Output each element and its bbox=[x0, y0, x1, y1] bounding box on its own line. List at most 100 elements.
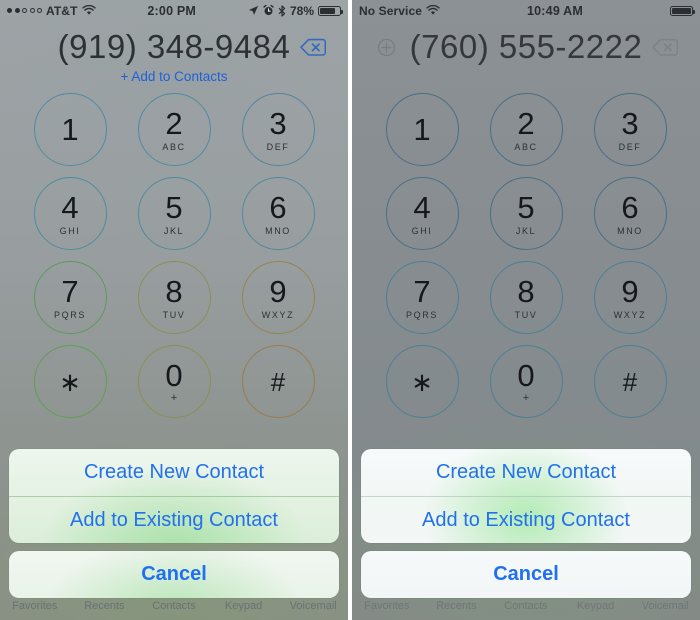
keypad-key-letters: MNO bbox=[617, 225, 643, 236]
phone-number-text: (760) 555-2222 bbox=[409, 28, 643, 65]
keypad-key-hash[interactable]: # bbox=[593, 345, 667, 418]
keypad-key-digit: ∗ bbox=[411, 366, 433, 397]
phone-panel-left: AT&T 2:00 PM 78% (919) 348-9484 + Add to Con… bbox=[0, 0, 348, 620]
action-sheet-option-2[interactable]: Add to Existing Contact bbox=[9, 496, 339, 543]
battery-icon bbox=[318, 5, 343, 16]
tab-bar-item-contacts[interactable]: Contacts bbox=[491, 600, 561, 612]
signal-dot bbox=[22, 8, 27, 13]
keypad-key-7[interactable]: 7 PQRS bbox=[385, 261, 459, 334]
keypad-key-digit: 3 bbox=[621, 105, 639, 141]
action-sheet-option-1[interactable]: Create New Contact bbox=[361, 449, 691, 496]
keypad-key-star[interactable]: ∗ bbox=[385, 345, 459, 418]
backspace-delete-icon[interactable] bbox=[298, 38, 328, 57]
tab-bar-item-contacts[interactable]: Contacts bbox=[139, 600, 209, 612]
keypad-key-hash[interactable]: # bbox=[241, 345, 315, 418]
action-sheet: Create New Contact Add to Existing Contac… bbox=[361, 449, 691, 598]
signal-dot bbox=[14, 8, 20, 13]
phone-number-display: (919) 348-9484 bbox=[0, 21, 348, 73]
keypad-key-digit: 1 bbox=[61, 112, 79, 147]
cancel-button[interactable]: Cancel bbox=[9, 551, 339, 598]
keypad-key-3[interactable]: 3 DEF bbox=[241, 93, 315, 166]
keypad-key-letters: JKL bbox=[515, 225, 537, 236]
keypad-key-digit: # bbox=[270, 366, 286, 397]
keypad-key-letters: GHI bbox=[411, 225, 433, 236]
cancel-button[interactable]: Cancel bbox=[361, 551, 691, 598]
signal-strength-dots bbox=[7, 8, 42, 13]
keypad-key-2[interactable]: 2 ABC bbox=[137, 93, 211, 166]
keypad-key-8[interactable]: 8 TUV bbox=[489, 261, 563, 334]
wifi-icon bbox=[426, 5, 440, 16]
tab-bar-item-keypad[interactable]: Keypad bbox=[209, 600, 279, 612]
action-sheet-option-1[interactable]: Create New Contact bbox=[9, 449, 339, 496]
tab-bar-item-favorites[interactable]: Favorites bbox=[0, 600, 70, 612]
keypad-key-5[interactable]: 5 JKL bbox=[489, 177, 563, 250]
keypad-key-letters: PQRS bbox=[406, 309, 438, 320]
tab-bar-item-keypad[interactable]: Keypad bbox=[561, 600, 631, 612]
dial-keypad: 1 2 ABC 3 DEF 4 GHI 5 JKL 6 MNO 7 PQRS 8 TUV 9 WXYZ ∗ 0 + # bbox=[352, 93, 700, 418]
circled-plus-icon[interactable] bbox=[372, 38, 402, 57]
status-bar-right: 78% bbox=[248, 3, 343, 18]
action-sheet: Create New Contact Add to Existing Contac… bbox=[9, 449, 339, 598]
keypad-key-4[interactable]: 4 GHI bbox=[33, 177, 107, 250]
add-to-contacts-link bbox=[352, 69, 700, 87]
keypad-key-digit: 5 bbox=[165, 189, 183, 225]
tab-bar-item-voicemail[interactable]: Voicemail bbox=[630, 600, 700, 612]
keypad-key-letters: WXYZ bbox=[261, 309, 295, 320]
tab-bar-item-favorites[interactable]: Favorites bbox=[352, 600, 422, 612]
keypad-key-digit: 7 bbox=[61, 273, 79, 309]
backspace-delete-icon[interactable] bbox=[650, 38, 680, 57]
keypad-key-6[interactable]: 6 MNO bbox=[241, 177, 315, 250]
tab-bar-item-recents[interactable]: Recents bbox=[422, 600, 492, 612]
status-bar-right bbox=[670, 5, 695, 16]
keypad-key-letters: MNO bbox=[265, 225, 291, 236]
keypad-key-0[interactable]: 0 + bbox=[489, 345, 563, 418]
tab-bar: Favorites Recents Contacts Keypad Voicemail bbox=[0, 598, 348, 620]
battery-percent-label: 78% bbox=[289, 3, 314, 18]
status-bar: No Service 10:49 AM bbox=[352, 0, 700, 21]
keypad-key-digit: 8 bbox=[517, 273, 535, 309]
tab-bar-item-recents[interactable]: Recents bbox=[70, 600, 140, 612]
keypad-key-letters: ABC bbox=[514, 141, 538, 152]
keypad-key-digit: 9 bbox=[269, 273, 287, 309]
keypad-key-letters: DEF bbox=[618, 141, 642, 152]
keypad-key-digit: 8 bbox=[165, 273, 183, 309]
action-sheet-cancel-group: Cancel bbox=[361, 551, 691, 598]
keypad-key-4[interactable]: 4 GHI bbox=[385, 177, 459, 250]
keypad-key-0[interactable]: 0 + bbox=[137, 345, 211, 418]
keypad-key-digit: 6 bbox=[621, 189, 639, 225]
screenshot-root: AT&T 2:00 PM 78% (919) 348-9484 + Add to Con… bbox=[0, 0, 700, 620]
add-to-contacts-link[interactable]: + Add to Contacts bbox=[0, 69, 348, 87]
keypad-key-digit: 2 bbox=[517, 105, 535, 141]
keypad-key-letters: DEF bbox=[266, 141, 290, 152]
status-bar-clock: 10:49 AM bbox=[527, 3, 584, 18]
keypad-key-digit: 4 bbox=[413, 189, 431, 225]
action-sheet-option-2[interactable]: Add to Existing Contact bbox=[361, 496, 691, 543]
keypad-key-star[interactable]: ∗ bbox=[33, 345, 107, 418]
keypad-key-letters: GHI bbox=[59, 225, 81, 236]
keypad-key-1[interactable]: 1 bbox=[33, 93, 107, 166]
keypad-key-digit: 9 bbox=[621, 273, 639, 309]
keypad-key-7[interactable]: 7 PQRS bbox=[33, 261, 107, 334]
keypad-key-3[interactable]: 3 DEF bbox=[593, 93, 667, 166]
keypad-key-digit: 0 bbox=[517, 357, 535, 393]
keypad-key-9[interactable]: 9 WXYZ bbox=[593, 261, 667, 334]
status-bar-left: No Service bbox=[359, 4, 440, 18]
keypad-key-8[interactable]: 8 TUV bbox=[137, 261, 211, 334]
keypad-key-letters: + bbox=[170, 391, 178, 404]
action-sheet-options-group: Create New Contact Add to Existing Contac… bbox=[361, 449, 691, 543]
carrier-label: AT&T bbox=[46, 3, 78, 18]
keypad-key-5[interactable]: 5 JKL bbox=[137, 177, 211, 250]
keypad-key-letters: PQRS bbox=[54, 309, 86, 320]
keypad-key-2[interactable]: 2 ABC bbox=[489, 93, 563, 166]
keypad-key-letters: JKL bbox=[163, 225, 185, 236]
tab-bar-item-voicemail[interactable]: Voicemail bbox=[278, 600, 348, 612]
phone-number-display: (760) 555-2222 bbox=[352, 21, 700, 73]
keypad-key-6[interactable]: 6 MNO bbox=[593, 177, 667, 250]
keypad-key-9[interactable]: 9 WXYZ bbox=[241, 261, 315, 334]
keypad-key-1[interactable]: 1 bbox=[385, 93, 459, 166]
keypad-key-letters: TUV bbox=[162, 309, 186, 320]
keypad-key-digit: 5 bbox=[517, 189, 535, 225]
status-bar: AT&T 2:00 PM 78% bbox=[0, 0, 348, 21]
keypad-key-digit: 1 bbox=[413, 112, 431, 147]
status-bar-left: AT&T bbox=[7, 4, 96, 18]
